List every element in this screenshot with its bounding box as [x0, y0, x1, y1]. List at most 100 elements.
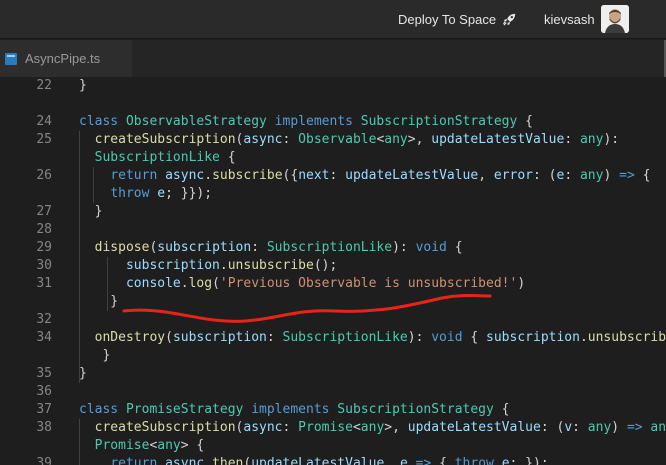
- code-line[interactable]: 27 }: [0, 203, 666, 221]
- line-number: 37: [36, 402, 52, 417]
- code-line[interactable]: 28: [0, 221, 666, 239]
- code-line[interactable]: 25 createSubscription(async: Observable<…: [0, 131, 666, 149]
- code-token: .: [204, 456, 213, 465]
- code-token: ; });: [509, 456, 549, 465]
- code-token: }: [79, 78, 87, 93]
- code-token: async: [243, 420, 283, 435]
- code-token: updateLatestValue: [431, 132, 565, 147]
- code-token: console: [125, 276, 181, 291]
- code-text: return async.then(updateLatestValue, e =…: [79, 455, 549, 465]
- code-line[interactable]: Promise<any> {: [0, 437, 666, 455]
- code-token: }: [79, 204, 103, 219]
- code-line[interactable]: 39 return async.then(updateLatestValue, …: [0, 455, 666, 465]
- code-token: ObservableStrategy: [125, 114, 267, 129]
- code-token: log: [188, 276, 213, 291]
- code-token: void: [415, 240, 447, 255]
- code-line[interactable]: SubscriptionLike {: [0, 149, 666, 167]
- code-token: }: [79, 348, 111, 363]
- code-token: : (: [533, 168, 557, 183]
- code-text: SubscriptionLike {: [79, 149, 236, 167]
- code-token: error: [493, 168, 534, 183]
- tab-asyncpipe-ts[interactable]: AsyncPipe.ts: [0, 40, 132, 77]
- code-token: :: [266, 330, 283, 345]
- line-number: 29: [36, 240, 52, 255]
- code-token: }: [79, 366, 87, 381]
- code-text: }: [79, 203, 103, 221]
- code-token: dispose: [94, 240, 150, 255]
- code-line[interactable]: }: [0, 347, 666, 365]
- code-line[interactable]: [0, 95, 666, 113]
- username[interactable]: kievsash: [544, 10, 595, 28]
- code-token: SubscriptionStrategy: [337, 402, 494, 417]
- code-token: PromiseStrategy: [125, 402, 244, 417]
- code-token: any: [650, 420, 666, 435]
- tab-label: AsyncPipe.ts: [25, 51, 101, 66]
- code-token: ({: [282, 168, 299, 183]
- code-line[interactable]: 36: [0, 383, 666, 401]
- code-token: async: [243, 132, 283, 147]
- code-line[interactable]: 31 console.log('Previous Observable is u…: [0, 275, 666, 293]
- code-line[interactable]: 29 dispose(subscription: SubscriptionLik…: [0, 239, 666, 257]
- code-text: console.log('Previous Observable is unsu…: [79, 275, 525, 293]
- code-token: then: [212, 456, 244, 465]
- code-token: async: [165, 456, 205, 465]
- code-line[interactable]: 38 createSubscription(async: Promise<any…: [0, 419, 666, 437]
- deploy-label: Deploy To Space: [398, 11, 497, 27]
- code-token: SubscriptionLike: [282, 330, 408, 345]
- code-token: :: [282, 420, 299, 435]
- code-token: :: [564, 132, 580, 147]
- code-text: throw e; }});: [79, 185, 212, 203]
- code-line[interactable]: 37 class PromiseStrategy implements Subsc…: [0, 401, 666, 419]
- code-line[interactable]: 26 return async.subscribe({next: updateL…: [0, 167, 666, 185]
- code-line[interactable]: throw e; }});: [0, 185, 666, 203]
- code-line[interactable]: 34 onDestroy(subscription: SubscriptionL…: [0, 329, 666, 347]
- code-text: class ObservableStrategy implements Subs…: [79, 113, 533, 131]
- line-number: 25: [36, 132, 52, 147]
- code-token: ,: [384, 456, 400, 465]
- line-number: 38: [36, 420, 52, 435]
- code-token: return: [110, 168, 166, 183]
- code-token: e: [399, 456, 408, 465]
- editor-tab-bar: AsyncPipe.ts: [0, 40, 666, 77]
- code-token: return: [110, 456, 166, 465]
- code-token: : (: [540, 420, 565, 435]
- code-token: :: [251, 240, 267, 255]
- code-token: e: [501, 456, 510, 465]
- code-token: createSubscription: [94, 132, 236, 147]
- code-token: unsubscribe: [227, 258, 314, 273]
- code-text: class PromiseStrategy implements Subscri…: [79, 401, 510, 419]
- code-line[interactable]: 24 class ObservableStrategy implements Su…: [0, 113, 666, 131]
- code-editor[interactable]: 22} 24 class ObservableStrategy implements…: [0, 77, 666, 465]
- code-token: ();: [313, 258, 338, 273]
- code-token: e: [157, 186, 166, 201]
- code-token: Promise: [298, 420, 353, 435]
- code-token: next: [298, 168, 330, 183]
- code-token: :: [572, 420, 588, 435]
- code-token: {: [634, 168, 651, 183]
- code-text: }: [79, 293, 118, 311]
- code-line[interactable]: 22}: [0, 77, 666, 95]
- code-token: any: [587, 420, 612, 435]
- deploy-to-space-button[interactable]: Deploy To Space: [398, 10, 517, 28]
- line-number: 26: [36, 168, 52, 183]
- code-line[interactable]: 30 subscription.unsubscribe();: [0, 257, 666, 275]
- code-token: .: [579, 330, 588, 345]
- avatar[interactable]: [601, 5, 629, 33]
- line-number: 32: [36, 312, 52, 327]
- code-token: updateLatestValue: [407, 420, 541, 435]
- code-token: class: [79, 402, 126, 417]
- code-line[interactable]: }: [0, 293, 666, 311]
- code-token: <: [352, 420, 361, 435]
- code-token: updateLatestValue: [345, 168, 479, 183]
- code-token: createSubscription: [94, 420, 236, 435]
- code-line[interactable]: 35}: [0, 365, 666, 383]
- line-number: 36: [36, 384, 52, 399]
- line-number: 27: [36, 204, 52, 219]
- code-token: subscribe: [212, 168, 283, 183]
- code-line[interactable]: 32: [0, 311, 666, 329]
